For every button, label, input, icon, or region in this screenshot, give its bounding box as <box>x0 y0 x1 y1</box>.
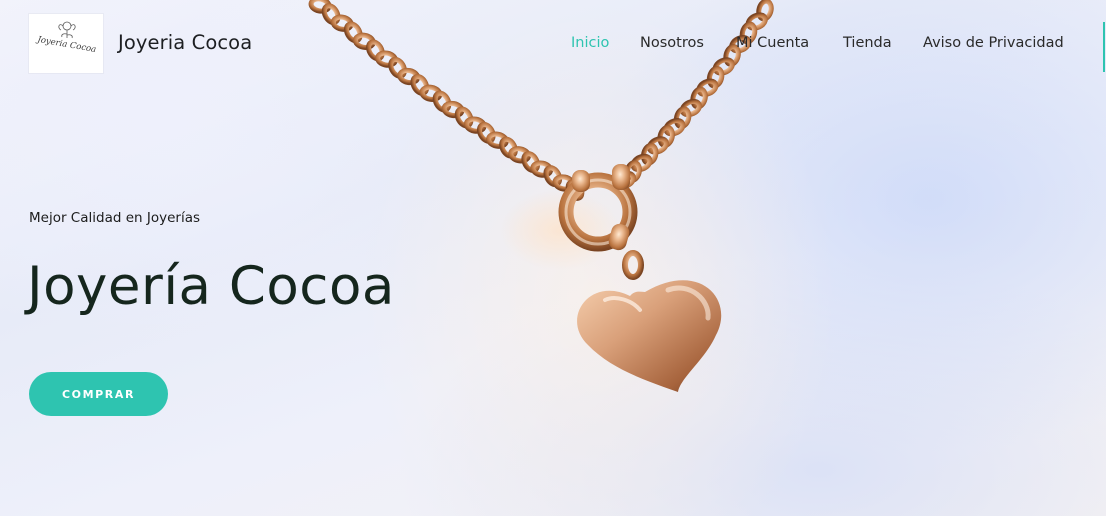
hero-tagline: Mejor Calidad en Joyerías <box>29 210 201 226</box>
hero-section: Joyeria Cocoa Joyeria Cocoa Inicio Nosot… <box>0 0 1106 516</box>
comprar-button[interactable]: COMPRAR <box>29 372 168 416</box>
nav-item-aviso-de-privacidad[interactable]: Aviso de Privacidad <box>923 35 1064 51</box>
nav-item-mi-cuenta[interactable]: Mi Cuenta <box>736 35 809 51</box>
nav-item-inicio[interactable]: Inicio <box>571 35 609 51</box>
nav-item-tienda[interactable]: Tienda <box>843 35 892 51</box>
site-title[interactable]: Joyeria Cocoa <box>118 31 252 54</box>
menu-edge-indicator <box>1103 22 1105 72</box>
hero-title: Joyería Cocoa <box>27 256 395 317</box>
nav-item-nosotros[interactable]: Nosotros <box>640 35 704 51</box>
site-header: Joyeria Cocoa Joyeria Cocoa Inicio Nosot… <box>0 0 1106 88</box>
site-logo[interactable]: Joyeria Cocoa <box>29 14 103 73</box>
